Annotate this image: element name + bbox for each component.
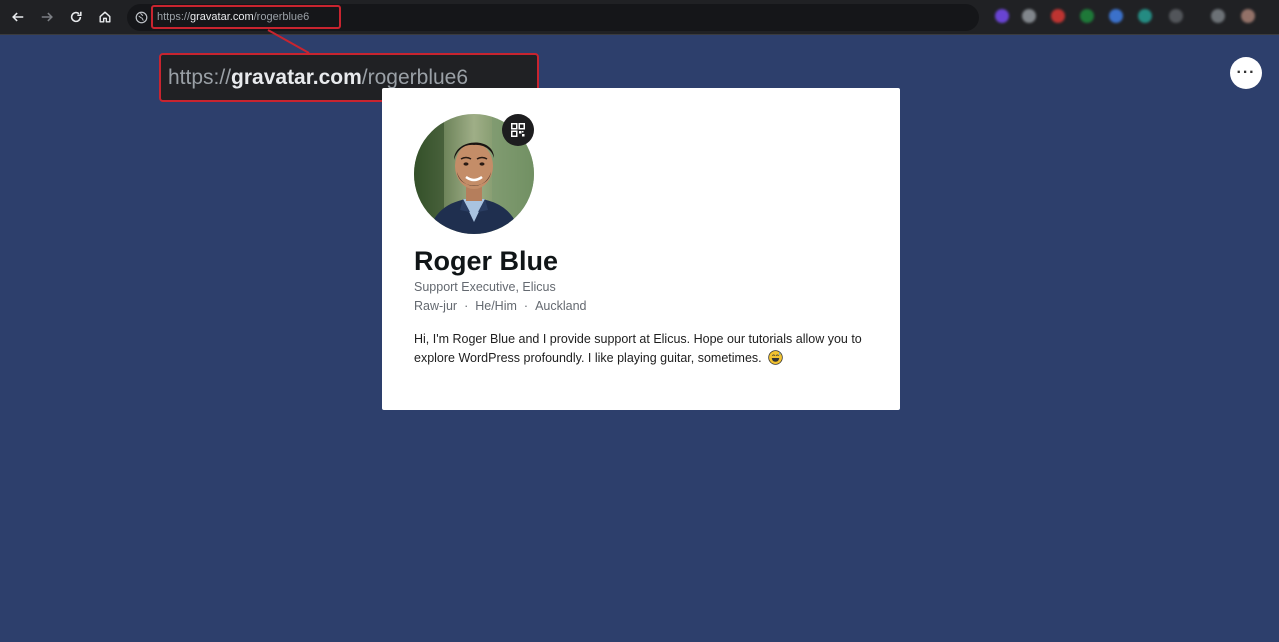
- reload-button[interactable]: [66, 7, 86, 27]
- extension-icon[interactable]: [1169, 9, 1183, 23]
- url-text[interactable]: https://gravatar.com/rogerblue6: [151, 5, 341, 29]
- extension-icon[interactable]: [1211, 9, 1225, 23]
- profile-bio: Hi, I'm Roger Blue and I provide support…: [414, 330, 874, 368]
- browser-toolbar: https://gravatar.com/rogerblue6: [0, 0, 1279, 35]
- more-options-button[interactable]: ···: [1230, 57, 1262, 89]
- reload-icon: [70, 11, 82, 23]
- location: Auckland: [535, 299, 587, 313]
- extension-icon[interactable]: [1080, 9, 1094, 23]
- pronouns: He/Him: [475, 299, 517, 313]
- callout-url-scheme: https://: [168, 65, 232, 89]
- url-path: /rogerblue6: [253, 11, 310, 23]
- extension-icon[interactable]: [995, 9, 1009, 23]
- extension-icon[interactable]: [1051, 9, 1065, 23]
- url-host: gravatar.com: [190, 11, 254, 23]
- meta-separator: ·: [523, 299, 529, 313]
- meta-separator: ·: [464, 299, 469, 313]
- back-arrow-icon: [12, 12, 24, 22]
- address-bar[interactable]: https://gravatar.com/rogerblue6: [127, 4, 979, 31]
- extension-icon[interactable]: [1241, 9, 1255, 23]
- more-options-icon: ···: [1236, 64, 1256, 81]
- callout-url-path: /rogerblue6: [361, 65, 469, 89]
- home-button[interactable]: [95, 7, 115, 27]
- profile-meta: Raw-jur · He/Him · Auckland: [414, 299, 587, 313]
- job-title: Support Executive, Elicus: [414, 280, 556, 294]
- site-info-icon[interactable]: [135, 11, 148, 24]
- forward-arrow-icon: [41, 12, 53, 22]
- url-scheme: https://: [157, 11, 191, 23]
- back-button[interactable]: [8, 7, 28, 27]
- home-icon: [99, 11, 111, 23]
- qr-code-icon: [511, 123, 525, 137]
- bio-text: Hi, I'm Roger Blue and I provide support…: [414, 332, 862, 365]
- callout-url-host: gravatar.com: [231, 65, 362, 89]
- extension-icon[interactable]: [1138, 9, 1152, 23]
- profile-card: Roger Blue Support Executive, Elicus Raw…: [382, 88, 900, 410]
- name-pronunciation: Raw-jur: [414, 299, 458, 313]
- extension-icon[interactable]: [1109, 9, 1123, 23]
- extension-icons: [993, 8, 1277, 26]
- qr-code-button[interactable]: [502, 114, 534, 146]
- forward-button[interactable]: [37, 7, 57, 27]
- grinning-sweat-emoji: [768, 350, 783, 365]
- extension-icon[interactable]: [1022, 9, 1036, 23]
- profile-name: Roger Blue: [414, 246, 559, 276]
